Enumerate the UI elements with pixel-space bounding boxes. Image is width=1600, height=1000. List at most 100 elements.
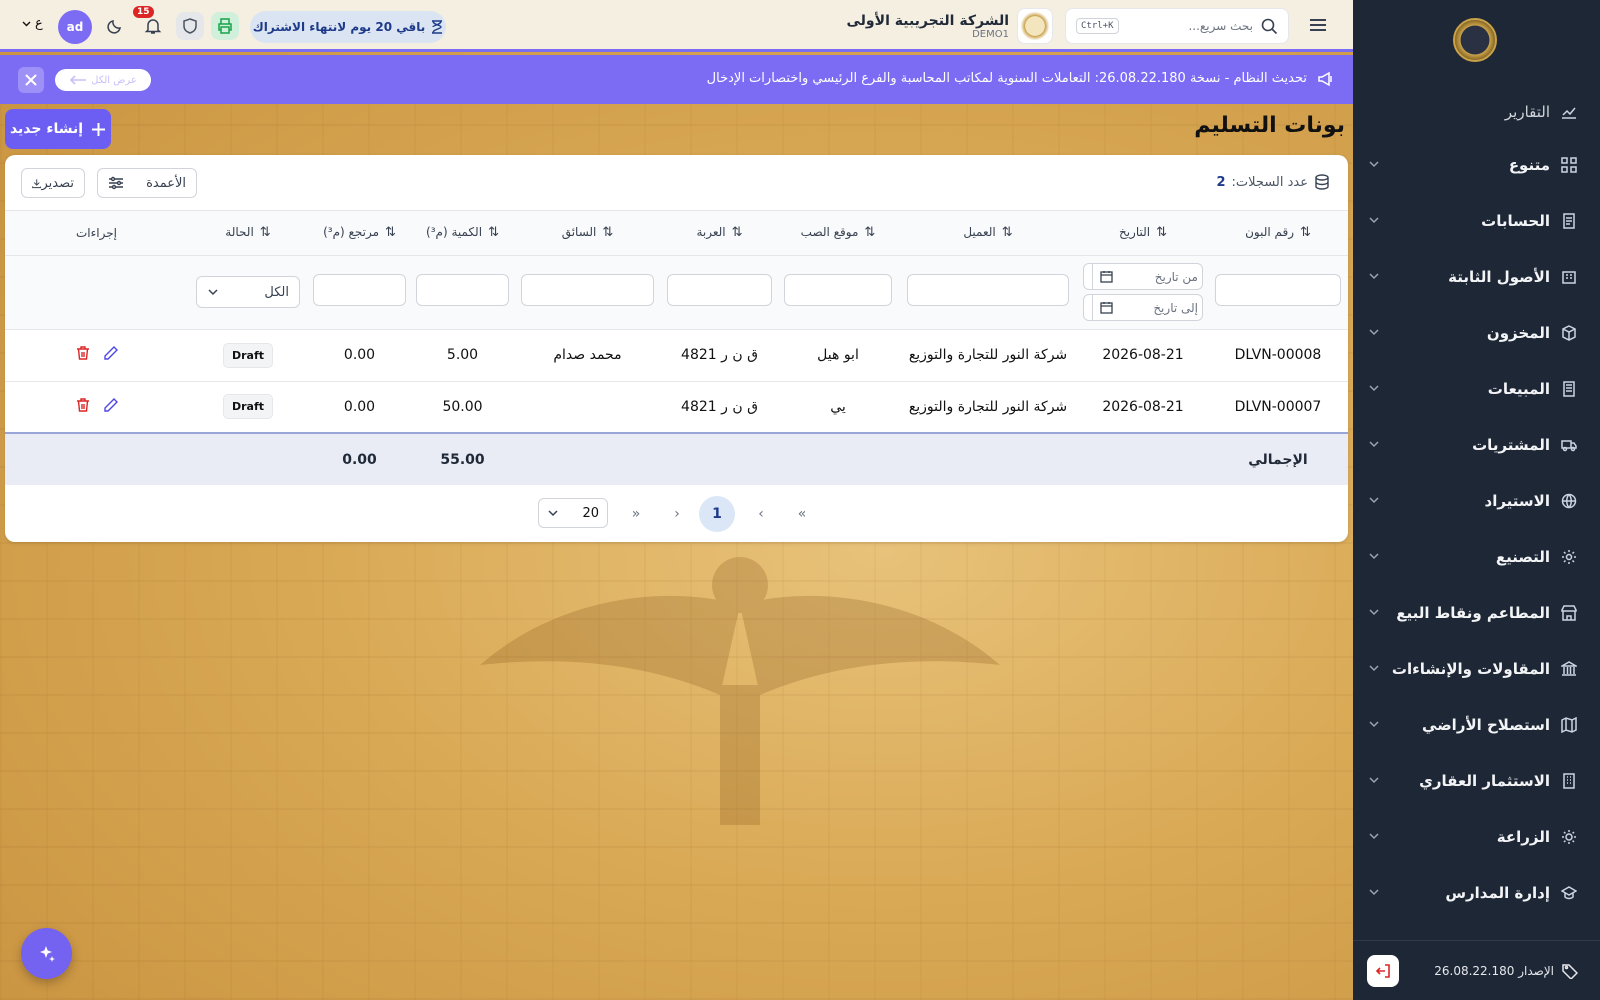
- user-avatar[interactable]: ad: [58, 10, 92, 44]
- first-page-button[interactable]: «: [784, 496, 820, 532]
- calendar-icon[interactable]: [1092, 295, 1120, 320]
- sidebar-item-manufacturing[interactable]: التصنيع: [1353, 537, 1600, 577]
- sidebar-item-accounts[interactable]: الحسابات: [1353, 201, 1600, 241]
- chevron-down-icon[interactable]: [1367, 661, 1383, 677]
- sidebar-item-restaurants-pos[interactable]: المطاعم ونقاط البيع: [1353, 593, 1600, 633]
- subscription-badge[interactable]: باقي 20 يوم لانتهاء الاشتراك: [250, 11, 446, 43]
- announcement-view-all-button[interactable]: عرض الكل: [55, 69, 151, 91]
- theme-toggle-button[interactable]: [100, 12, 128, 40]
- building-icon: [1560, 268, 1578, 286]
- truck-icon: [1560, 436, 1578, 454]
- column-header-site[interactable]: ⇅ موقع الصب: [778, 211, 898, 256]
- chevron-down-icon[interactable]: [1367, 829, 1383, 845]
- sidebar-item-reports[interactable]: التقارير: [1353, 92, 1600, 132]
- notifications-button[interactable]: 15: [133, 6, 167, 40]
- chevron-down-icon[interactable]: [1367, 381, 1383, 397]
- arrow-left-icon: [69, 75, 87, 85]
- column-header-driver[interactable]: ⇅ السائق: [514, 211, 661, 256]
- chevron-down-icon[interactable]: [1367, 213, 1383, 229]
- office-icon: [1560, 772, 1578, 790]
- chevron-down-icon[interactable]: [1367, 437, 1383, 453]
- sort-icon: ⇅: [602, 225, 614, 241]
- column-header-date[interactable]: ⇅ التاريخ: [1078, 211, 1208, 256]
- sidebar-item-misc[interactable]: متنوع: [1353, 145, 1600, 185]
- language-switcher[interactable]: ع: [22, 16, 43, 31]
- chevron-down-icon[interactable]: [1367, 605, 1383, 621]
- sidebar-item-agriculture[interactable]: الزراعة: [1353, 817, 1600, 857]
- menu-toggle-button[interactable]: [1307, 14, 1331, 38]
- filter-site-input[interactable]: [784, 274, 892, 306]
- sidebar-item-fixed-assets[interactable]: الأصول الثابتة: [1353, 257, 1600, 297]
- sidebar-item-sales[interactable]: المبيعات: [1353, 369, 1600, 409]
- column-header-customer[interactable]: ⇅ العميل: [898, 211, 1078, 256]
- column-header-number[interactable]: ⇅ رقم البون: [1208, 211, 1348, 256]
- ai-assistant-button[interactable]: [21, 928, 72, 979]
- table-row[interactable]: DLVN-00007 2026-08-21 شركة النور للتجارة…: [5, 381, 1348, 434]
- company-switcher[interactable]: الشركة التجريبية الأولى DEMO1: [847, 8, 1053, 44]
- print-button[interactable]: [211, 12, 239, 40]
- sort-icon: ⇅: [1300, 225, 1311, 241]
- calendar-icon[interactable]: [1092, 264, 1120, 289]
- edit-button[interactable]: [103, 397, 119, 413]
- cell-site: ابو هيل: [778, 329, 898, 382]
- next-page-button[interactable]: ›: [659, 496, 695, 532]
- status-filter-select[interactable]: الكل: [196, 276, 300, 308]
- page-number-button[interactable]: 1: [699, 496, 735, 532]
- chevron-down-icon[interactable]: [1367, 269, 1383, 285]
- chevron-down-icon[interactable]: [1367, 325, 1383, 341]
- delivery-notes-card: عدد السجلات: 2 الأعمدة تصدير ⇅ رقم البون …: [5, 155, 1348, 542]
- create-new-button[interactable]: إنشاء جديد: [5, 109, 111, 149]
- sidebar-item-schools[interactable]: إدارة المدارس: [1353, 873, 1600, 913]
- sidebar-item-label: المخزون: [1486, 324, 1550, 342]
- column-header-quantity[interactable]: ⇅ الكمية (م³): [411, 211, 514, 256]
- export-button[interactable]: تصدير: [21, 168, 85, 198]
- filter-returned-input[interactable]: [313, 274, 406, 306]
- column-header-label: إجراءات: [76, 225, 117, 240]
- sidebar-item-land-reclamation[interactable]: استصلاح الأراضي: [1353, 705, 1600, 745]
- chevron-down-icon[interactable]: [1367, 885, 1383, 901]
- sidebar-item-label: المطاعم ونقاط البيع: [1396, 604, 1550, 622]
- date-to-input[interactable]: إلى تاريخ: [1083, 294, 1203, 321]
- gear-icon: [1560, 548, 1578, 566]
- announcement-close-button[interactable]: [18, 67, 44, 93]
- chevron-down-icon[interactable]: [1367, 493, 1383, 509]
- chevron-down-icon[interactable]: [1367, 773, 1383, 789]
- delete-button[interactable]: [75, 397, 91, 413]
- sidebar-item-inventory[interactable]: المخزون: [1353, 313, 1600, 353]
- security-button[interactable]: [176, 12, 204, 40]
- sidebar: التقارير متنوع الحسابات الأصول الثابتة ا…: [1353, 0, 1600, 1000]
- column-header-returned[interactable]: ⇅ مرتجع (م³): [308, 211, 411, 256]
- sidebar-item-real-estate[interactable]: الاستثمار العقاري: [1353, 761, 1600, 801]
- megaphone-icon: [1317, 70, 1335, 88]
- moon-icon: [106, 19, 121, 34]
- sidebar-item-import[interactable]: الاستيراد: [1353, 481, 1600, 521]
- filter-number-input[interactable]: [1215, 274, 1341, 306]
- page-title: بونات التسليم: [1194, 113, 1345, 138]
- column-header-label: مرتجع (م³): [323, 225, 380, 240]
- filter-customer-input[interactable]: [907, 274, 1069, 306]
- page-size-select[interactable]: 20: [538, 498, 608, 528]
- app-logo[interactable]: [1453, 18, 1497, 62]
- filter-truck-input[interactable]: [666, 274, 773, 306]
- logout-button[interactable]: [1367, 954, 1399, 987]
- table-row[interactable]: DLVN-00008 2026-08-21 شركة النور للتجارة…: [5, 329, 1348, 382]
- column-header-truck[interactable]: ⇅ العربة: [661, 211, 778, 256]
- chevron-down-icon[interactable]: [1367, 157, 1383, 173]
- prev-page-button[interactable]: ‹: [743, 496, 779, 532]
- column-header-status[interactable]: ⇅ الحالة: [188, 211, 308, 256]
- chevron-down-icon[interactable]: [1367, 717, 1383, 733]
- search-input[interactable]: Ctrl+K بحث سريع...: [1065, 8, 1289, 44]
- filter-quantity-input[interactable]: [416, 274, 509, 306]
- status-badge: Draft: [222, 394, 274, 420]
- last-page-button[interactable]: »: [618, 496, 654, 532]
- columns-button[interactable]: الأعمدة: [97, 168, 197, 198]
- chevron-down-icon[interactable]: [1367, 549, 1383, 565]
- filter-driver-input[interactable]: [521, 274, 654, 306]
- plus-icon: [92, 122, 106, 136]
- sidebar-item-contracting[interactable]: المقاولات والإنشاءات: [1353, 649, 1600, 689]
- date-from-input[interactable]: من تاريخ: [1083, 263, 1203, 290]
- sidebar-item-purchases[interactable]: المشتريات: [1353, 425, 1600, 465]
- delete-button[interactable]: [75, 345, 91, 361]
- edit-button[interactable]: [103, 345, 119, 361]
- column-header-label: رقم البون: [1245, 225, 1295, 240]
